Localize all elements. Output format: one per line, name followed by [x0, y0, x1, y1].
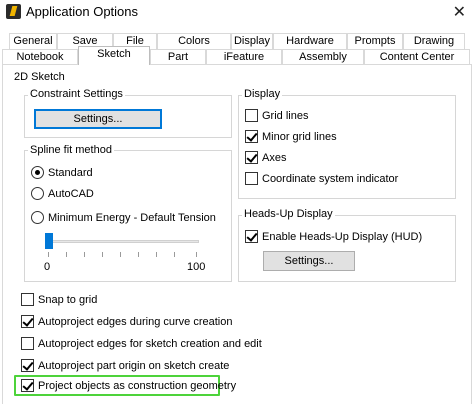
constraint-settings-label: Constraint Settings	[28, 88, 125, 100]
checkbox-project-construction[interactable]: Project objects as construction geometry	[21, 379, 236, 392]
radio-label: AutoCAD	[48, 187, 94, 200]
radio-label: Standard	[48, 166, 93, 179]
checkbox-label: Minor grid lines	[262, 130, 337, 143]
checkbox-indicator[interactable]	[21, 359, 34, 372]
hud-group	[238, 215, 456, 282]
radio-label: Minimum Energy - Default Tension	[48, 211, 216, 224]
checkbox-label: Snap to grid	[38, 293, 98, 306]
checkbox-label: Autoproject edges for sketch creation an…	[38, 337, 262, 350]
checkbox-coordinate-indicator[interactable]: Coordinate system indicator	[245, 172, 398, 185]
slider-max-label: 100	[187, 261, 206, 273]
tab-notebook[interactable]: Notebook	[2, 49, 78, 65]
tab-sketch[interactable]: Sketch	[78, 46, 150, 65]
app-logo-icon	[6, 4, 21, 19]
tab-ifeature[interactable]: iFeature	[206, 49, 282, 65]
radio-autocad[interactable]: AutoCAD	[31, 187, 94, 200]
checkbox-minor-grid-lines[interactable]: Minor grid lines	[245, 130, 337, 143]
radio-minimum-energy[interactable]: Minimum Energy - Default Tension	[31, 211, 216, 224]
checkbox-label: Axes	[262, 151, 287, 164]
checkbox-indicator[interactable]	[21, 337, 34, 350]
title-bar: Application Options ✕	[0, 0, 474, 24]
tab-colors[interactable]: Colors	[157, 33, 231, 49]
checkbox-label: Enable Heads-Up Display (HUD)	[262, 230, 423, 243]
checkbox-snap-to-grid[interactable]: Snap to grid	[21, 293, 97, 306]
checkbox-indicator[interactable]	[245, 151, 258, 164]
tab-hardware[interactable]: Hardware	[273, 33, 347, 49]
slider-tick	[84, 252, 85, 257]
slider-tick	[174, 252, 175, 257]
checkbox-label: Grid lines	[262, 109, 309, 122]
tab-content-center[interactable]: Content Center	[364, 49, 470, 65]
tension-slider-thumb[interactable]	[45, 233, 53, 249]
tab-prompts[interactable]: Prompts	[347, 33, 403, 49]
radio-indicator[interactable]	[31, 187, 44, 200]
checkbox-axes[interactable]: Axes	[245, 151, 286, 164]
checkbox-indicator[interactable]	[21, 293, 34, 306]
checkbox-grid-lines[interactable]: Grid lines	[245, 109, 308, 122]
slider-tick	[102, 252, 103, 257]
display-label: Display	[242, 88, 283, 100]
slider-tick	[156, 252, 157, 257]
checkbox-autoproject-origin[interactable]: Autoproject part origin on sketch create	[21, 359, 229, 372]
spline-fit-label: Spline fit method	[28, 144, 114, 156]
window-title: Application Options	[26, 4, 139, 19]
checkbox-indicator[interactable]	[245, 109, 258, 122]
checkbox-indicator[interactable]	[245, 172, 258, 185]
tension-slider-track[interactable]	[47, 240, 199, 243]
constraint-settings-button[interactable]: Settings...	[34, 109, 162, 129]
checkbox-autoproject-curve[interactable]: Autoproject edges during curve creation	[21, 315, 232, 328]
checkbox-indicator[interactable]	[245, 130, 258, 143]
slider-min-label: 0	[44, 261, 51, 273]
slider-tick	[48, 252, 49, 257]
tab-assembly[interactable]: Assembly	[282, 49, 364, 65]
checkbox-label: Autoproject part origin on sketch create	[38, 359, 230, 372]
checkbox-label: Coordinate system indicator	[262, 172, 399, 185]
radio-indicator[interactable]	[31, 211, 44, 224]
hud-settings-button[interactable]: Settings...	[263, 251, 355, 271]
checkbox-indicator[interactable]	[21, 379, 34, 392]
checkbox-label: Project objects as construction geometry	[38, 379, 237, 392]
checkbox-label: Autoproject edges during curve creation	[38, 315, 233, 328]
hud-label: Heads-Up Display	[242, 208, 335, 220]
slider-tick	[66, 252, 67, 257]
slider-tick	[120, 252, 121, 257]
tab-general[interactable]: General	[9, 33, 57, 49]
checkbox-autoproject-sketch[interactable]: Autoproject edges for sketch creation an…	[21, 337, 262, 350]
slider-tick	[138, 252, 139, 257]
radio-standard[interactable]: Standard	[31, 166, 93, 179]
checkbox-enable-hud[interactable]: Enable Heads-Up Display (HUD)	[245, 230, 422, 243]
slider-tick	[196, 252, 197, 257]
section-title: 2D Sketch	[14, 71, 65, 83]
tab-drawing[interactable]: Drawing	[403, 33, 465, 49]
tab-part[interactable]: Part	[150, 49, 206, 65]
checkbox-indicator[interactable]	[21, 315, 34, 328]
radio-indicator[interactable]	[31, 166, 44, 179]
close-icon[interactable]: ✕	[453, 2, 466, 22]
tab-display[interactable]: Display	[231, 33, 273, 49]
checkbox-indicator[interactable]	[245, 230, 258, 243]
